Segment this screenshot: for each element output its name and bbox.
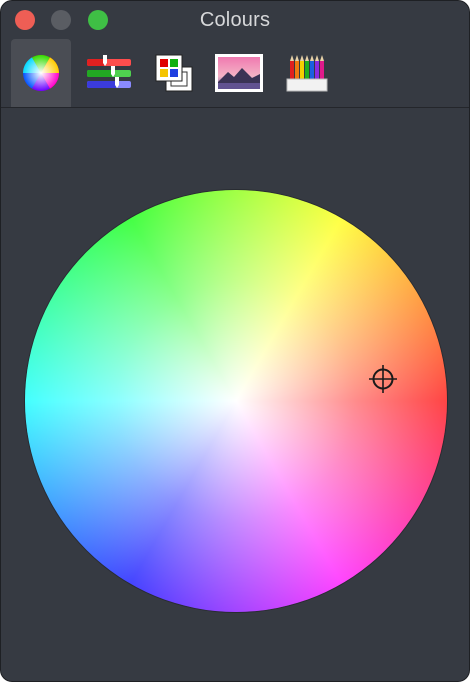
window-title: Colours: [199, 9, 271, 31]
colour-wheel[interactable]: [25, 190, 447, 612]
crosshair-icon[interactable]: [368, 364, 398, 394]
colours-window: Colours: [0, 0, 470, 682]
palettes-icon: [155, 54, 193, 92]
colour-wheel-icon: [22, 54, 60, 92]
tab-colour-sliders[interactable]: [79, 39, 139, 107]
tab-colour-palettes[interactable]: [144, 39, 204, 107]
tab-pencils[interactable]: [277, 39, 337, 107]
colour-wheel-disc[interactable]: [25, 190, 447, 612]
title-bar[interactable]: Colours: [1, 1, 469, 39]
image-icon: [215, 54, 263, 92]
pencils-icon: [286, 55, 328, 92]
tab-colour-wheel[interactable]: [11, 39, 71, 107]
tab-image-palettes[interactable]: [209, 39, 269, 107]
sliders-icon: [87, 55, 131, 88]
toolbar: [1, 39, 469, 108]
colour-wheel-panel: [1, 108, 469, 681]
